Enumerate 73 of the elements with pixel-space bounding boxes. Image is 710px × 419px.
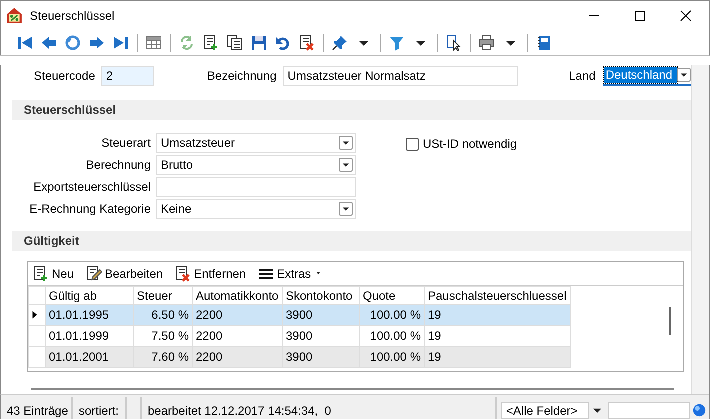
column-header[interactable]: Automatikkonto	[192, 286, 282, 304]
table-row[interactable]: 01.01.2001 7.60 % 2200 3900 100.00 % 19	[28, 346, 570, 368]
table-cell: 2200	[192, 346, 282, 368]
checkbox-label: USt-ID notwendig	[423, 137, 518, 151]
field-label: Steuerart	[100, 136, 151, 150]
pointer-document-icon[interactable]	[446, 34, 462, 50]
new-document-icon[interactable]	[203, 34, 219, 50]
toolbar-button[interactable]: Bearbeiten	[86, 266, 164, 282]
sort-label: sortiert:	[73, 397, 127, 419]
search-field[interactable]	[608, 402, 690, 419]
field-label: Steuercode	[34, 69, 96, 83]
history-icon[interactable]	[65, 34, 81, 50]
first-record-icon[interactable]	[17, 34, 33, 50]
table-cell: 6.50 %	[134, 304, 192, 326]
delete-document-icon[interactable]	[299, 34, 315, 50]
new-document-icon	[33, 266, 49, 282]
scrollbar[interactable]	[691, 65, 709, 394]
dropdown[interactable]: Keine	[156, 199, 356, 219]
delete-document-icon	[175, 266, 192, 282]
edited-status: bearbeitet 12.12.2017 14:54:34, 0	[142, 397, 498, 419]
book-icon[interactable]	[536, 34, 552, 50]
column-header[interactable]: Skontokonto	[282, 286, 360, 304]
table-cell: 3900	[282, 304, 360, 326]
checkbox[interactable]	[406, 138, 419, 150]
dropdown[interactable]: Umsatzsteuer	[156, 133, 356, 153]
text-field[interactable]	[156, 177, 356, 197]
field-label: Exportsteuerschlüssel	[32, 180, 151, 194]
dropdown-caret-icon	[339, 136, 353, 150]
table-cell: 19	[424, 304, 570, 326]
table-cell: 3900	[282, 346, 360, 368]
record-count: 43 Einträge	[1, 397, 73, 419]
close-icon[interactable]	[678, 8, 694, 24]
save-icon[interactable]	[251, 34, 267, 50]
table-cell: 7.60 %	[134, 346, 192, 368]
field-dropdown[interactable]: <Alle Felder>	[501, 402, 589, 419]
next-record-icon[interactable]	[89, 34, 105, 50]
dropdown-caret-icon	[339, 202, 353, 216]
country-dropdown[interactable]: Deutschland	[602, 66, 692, 86]
pin-icon[interactable]	[332, 34, 348, 50]
field-label: Berechnung	[85, 158, 151, 172]
copy-icon[interactable]	[227, 34, 243, 50]
globe-icon[interactable]	[692, 403, 707, 418]
table-cell: 19	[424, 346, 570, 368]
toolbar-button[interactable]: Extras	[258, 266, 324, 282]
table-cell: 2200	[192, 304, 282, 326]
dropdown-caret-icon	[339, 158, 353, 172]
table-cell: 01.01.2001	[46, 346, 134, 368]
table-row[interactable]: 01.01.1995 6.50 % 2200 3900 100.00 % 19	[28, 304, 570, 326]
field-label: Bezeichnung	[207, 69, 277, 83]
filter-icon[interactable]	[389, 34, 405, 50]
scrollbar-thumb[interactable]	[669, 307, 671, 335]
app-icon	[6, 7, 23, 24]
code-field[interactable]: 2	[101, 66, 154, 86]
edit-document-icon	[86, 266, 102, 282]
window-title: Steuerschlüssel	[30, 8, 116, 22]
table-cell: 100.00 %	[360, 304, 424, 326]
section-header: Steuerschlüssel	[12, 100, 692, 120]
toolbar-button[interactable]: Entfernen	[175, 266, 246, 282]
field-label: E-Rechnung Kategorie	[28, 202, 151, 216]
table-cell: 01.01.1995	[46, 304, 134, 326]
last-record-icon[interactable]	[113, 34, 129, 50]
undo-icon[interactable]	[275, 34, 291, 50]
toolbar-button[interactable]: Neu	[33, 266, 74, 282]
field-label: Land	[569, 69, 596, 83]
column-header[interactable]: Pauschalsteuerschluessel	[424, 286, 570, 304]
section-header: Gültigkeit	[12, 231, 692, 251]
dropdown[interactable]: Brutto	[156, 155, 356, 175]
table-icon[interactable]	[146, 34, 162, 50]
previous-record-icon[interactable]	[41, 34, 57, 50]
name-field[interactable]: Umsatzsteuer Normalsatz	[282, 66, 518, 86]
column-header[interactable]: Gültig ab	[46, 286, 134, 304]
printer-icon[interactable]	[479, 34, 495, 50]
table-cell: 100.00 %	[360, 346, 424, 368]
